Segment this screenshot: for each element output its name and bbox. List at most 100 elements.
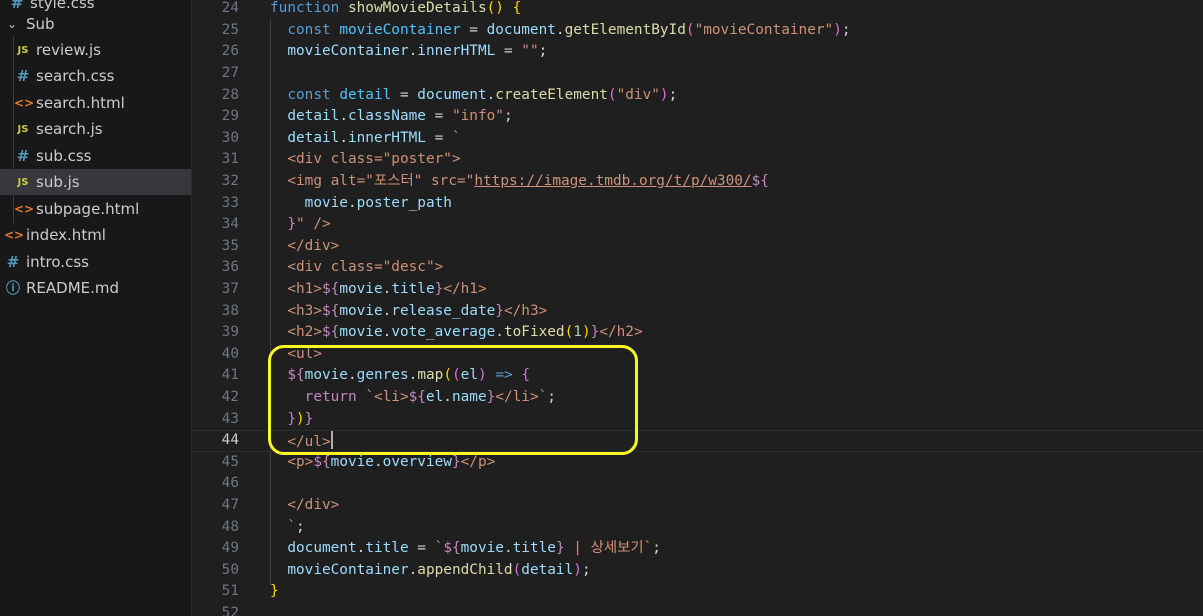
code-line[interactable]: 28 const detail = document.createElement… [192,85,1203,107]
code-line[interactable]: 34 }" /> [192,214,1203,236]
code-text: `; [270,517,305,539]
code-token: </p> [460,453,496,470]
code-token: () { [486,0,522,17]
code-line[interactable]: 52 [192,603,1203,616]
line-number: 36 [221,259,239,276]
code-line[interactable]: 49 document.title = `${movie.title} | 상세… [192,538,1203,560]
code-text: const detail = document.createElement("d… [270,85,677,107]
code-line[interactable]: 45 <p>${movie.overview}</p> [192,452,1203,474]
line-number: 48 [221,518,239,535]
folder-sub[interactable]: ⌄ Sub [0,11,191,37]
code-line[interactable]: 27 [192,63,1203,85]
code-token: ( [443,367,452,384]
file-item[interactable]: # sub.css [0,143,191,169]
code-token: . [382,324,392,341]
file-label: subpage.html [36,200,140,218]
code-text: <div class="desc"> [270,257,443,279]
code-line[interactable]: 41 ${movie.genres.map((el) => { [192,365,1203,387]
code-line[interactable]: 36 <div class="desc"> [192,257,1203,279]
code-line[interactable]: 29 detail.className = "info"; [192,106,1203,128]
code-token: innerHTML [417,43,496,60]
code-editor[interactable]: 24 function showMovieDetails() {25 const … [192,0,1203,616]
code-line[interactable]: 33 movie.poster_path [192,193,1203,215]
code-token: } [304,410,314,427]
file-label: intro.css [26,253,89,271]
code-line[interactable]: 44 </ul> [192,430,1203,452]
code-token: </h3> [503,302,548,319]
code-line[interactable]: 42 return `<li>${el.name}</li>`; [192,387,1203,409]
code-token: genres [356,367,409,384]
html-file-icon: <> [4,228,25,242]
code-token: vote_average [391,324,496,341]
line-number: 43 [221,410,239,427]
code-token: document [287,540,357,557]
code-token: } [590,324,600,341]
code-line[interactable]: 39 <h2>${movie.vote_average.toFixed(1)}<… [192,322,1203,344]
code-text: })} [270,409,313,431]
text-cursor [330,431,333,450]
code-token: "movieContainer" [694,21,834,38]
code-token: className [347,108,426,125]
file-item[interactable]: JS review.js [0,37,191,63]
file-item[interactable]: ⓘ README.md [0,275,191,301]
code-text: movieContainer.appendChild(detail); [270,560,590,582]
code-token: . [356,540,366,557]
code-line[interactable]: 40 <ul> [192,344,1203,366]
code-token: ; [296,518,305,535]
code-token: 1 [573,324,582,341]
line-number: 50 [221,561,239,578]
file-item[interactable]: <> search.html [0,90,191,116]
code-line[interactable]: 31 <div class="poster"> [192,149,1203,171]
file-item[interactable]: # search.css [0,63,191,89]
code-text: ${movie.genres.map((el) => { [270,365,530,387]
file-label: review.js [36,41,101,59]
code-token: <h2> [287,324,322,341]
code-text: const movieContainer = document.getEleme… [270,20,851,42]
code-token: ; [538,43,548,60]
file-item[interactable]: <> subpage.html [0,196,191,222]
code-token: ; [841,21,851,38]
code-line[interactable]: 35 </div> [192,236,1203,258]
code-text: <h2>${movie.vote_average.toFixed(1)}</h2… [270,322,642,344]
code-line[interactable]: 51} [192,581,1203,603]
html-file-icon: <> [14,96,35,110]
file-label: index.html [26,226,106,244]
code-line[interactable]: 38 <h3>${movie.release_date}</h3> [192,301,1203,323]
code-token: movie [330,453,374,470]
code-line[interactable]: 48 `; [192,517,1203,539]
code-token: => [486,367,522,384]
code-token: = [391,86,418,103]
file-item[interactable]: # intro.css [0,249,191,275]
code-token: detail [339,86,392,103]
code-line[interactable]: 25 const movieContainer = document.getEl… [192,20,1203,42]
file-label: Sub [26,15,55,33]
code-line[interactable]: 50 movieContainer.appendChild(detail); [192,560,1203,582]
code-line[interactable]: 37 <h1>${movie.title}</h1> [192,279,1203,301]
code-token: movie [304,367,348,384]
code-token: map [417,367,444,384]
code-token: movieContainer [287,43,409,60]
code-line[interactable]: 30 detail.innerHTML = ` [192,128,1203,150]
file-item[interactable]: JS search.js [0,116,191,142]
code-line[interactable]: 26 movieContainer.innerHTML = ""; [192,41,1203,63]
code-token: . [382,302,392,319]
line-number: 41 [221,367,239,384]
file-item[interactable]: JS sub.js [0,169,191,195]
code-line[interactable]: 47 </div> [192,495,1203,517]
code-token: innerHTML [347,129,426,146]
code-line[interactable]: 46 [192,473,1203,495]
code-line[interactable]: 32 <img alt="포스터" src="https://image.tmd… [192,171,1203,193]
code-line[interactable]: 43 })} [192,409,1203,431]
code-token: ) [581,324,591,341]
js-file-icon: JS [17,44,29,56]
file-item[interactable]: <> index.html [0,222,191,248]
code-token: </li>` [495,389,548,405]
code-line[interactable]: 24 function showMovieDetails() { [192,0,1203,20]
